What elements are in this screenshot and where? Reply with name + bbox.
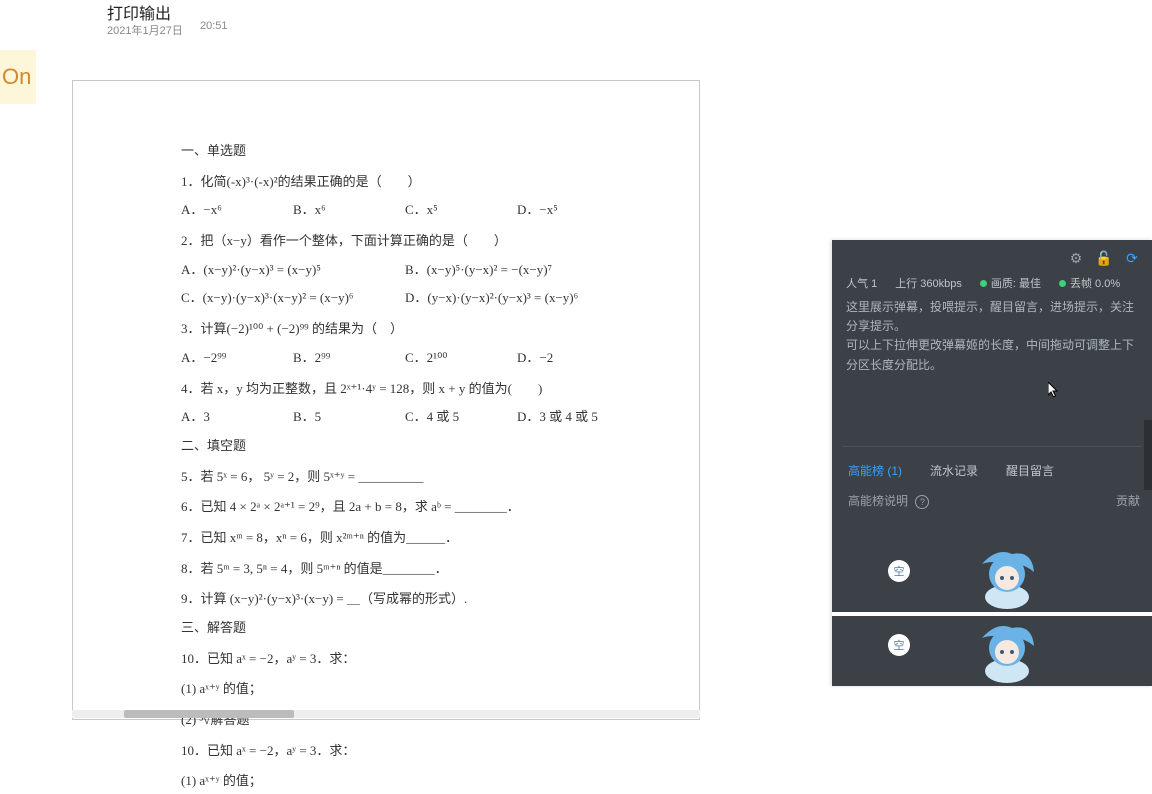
q4-opt-c: C．4 或 5	[405, 405, 517, 430]
q1-opt-a: A．−x⁶	[181, 198, 293, 223]
q1-opt-b: B．x⁶	[293, 198, 405, 223]
question-11-part1: (1) aˣ⁺ʸ 的值；	[181, 769, 639, 794]
question-6: 6．已知 4 × 2ᵃ × 2ᵃ⁺¹ = 2⁹，且 2a + b = 8，求 a…	[181, 495, 639, 520]
q2-opt-b: B．(x−y)⁵·(y−x)² = −(x−y)⁷	[405, 258, 629, 283]
q4-opt-d: D．3 或 4 或 5	[517, 405, 629, 430]
q2-opt-c: C．(x−y)·(y−x)³·(x−y)² = (x−y)⁶	[181, 286, 405, 311]
q2-opt-d: D．(y−x)·(y−x)²·(y−x)³ = (x−y)⁶	[405, 286, 629, 311]
overlay-hint-line1: 这里展示弹幕，投喂提示，醒目留言，进场提示，关注分享提示。	[846, 298, 1142, 336]
scrollbar-thumb[interactable]	[124, 710, 294, 718]
question-3: 3．计算(−2)¹⁰⁰ + (−2)⁹⁹ 的结果为（ ）	[181, 317, 639, 342]
left-edge-tab: On	[0, 50, 36, 104]
help-icon[interactable]: ?	[915, 495, 929, 509]
q4-opt-a: A．3	[181, 405, 293, 430]
overlay-hint-line2: 可以上下拉伸更改弹幕姬的长度，中间拖动可调整上下分区长度分配比。	[846, 336, 1142, 374]
overlay-scrollbar[interactable]	[1144, 420, 1152, 490]
question-8: 8．若 5ᵐ = 3, 5ⁿ = 4，则 5ᵐ⁺ⁿ 的值是________．	[181, 557, 639, 582]
question-1: 1．化简(-x)³·(-x)²的结果正确的是（ ）	[181, 170, 639, 195]
page-time: 20:51	[200, 20, 228, 32]
page-title: 打印输出	[107, 0, 171, 24]
stat-drop: 丢帧 0.0%	[1070, 278, 1120, 290]
tab-high-energy[interactable]: 高能榜 (1)	[848, 462, 902, 479]
question-10: 10．已知 aˣ = −2，aʸ = 3．求：	[181, 647, 639, 672]
horizontal-scrollbar[interactable]	[72, 710, 700, 718]
q1-opt-d: D．−x⁵	[517, 198, 629, 223]
section-heading-1: 一、单选题	[181, 139, 639, 164]
overlay-sub-label: 高能榜说明	[848, 494, 908, 508]
q3-opt-a: A．−2⁹⁹	[181, 346, 293, 371]
question-5: 5．若 5ˣ = 6， 5ʸ = 2，则 5ˣ⁺ʸ = __________	[181, 465, 639, 490]
stat-uplink-label: 上行	[895, 278, 917, 290]
question-11: 10．已知 aˣ = −2，aʸ = 3．求：	[181, 739, 639, 764]
refresh-icon[interactable]: ⟳	[1124, 250, 1140, 266]
q3-opt-b: B．2⁹⁹	[293, 346, 405, 371]
question-10-part1: (1) aˣ⁺ʸ 的值；	[181, 677, 639, 702]
document-page: 一、单选题 1．化简(-x)³·(-x)²的结果正确的是（ ） A．−x⁶ B．…	[72, 80, 700, 720]
question-7: 7．已知 xᵐ = 8，xⁿ = 6，则 x²ᵐ⁺ⁿ 的值为______．	[181, 526, 639, 551]
tab-flow-log[interactable]: 流水记录	[930, 462, 978, 479]
stream-overlay-panel: ⚙ 🔓 ⟳ 人气 1 上行 360kbps 画质: 最佳 丢帧 0.0% 这里展…	[832, 240, 1152, 686]
speech-bubble: 空	[888, 560, 910, 582]
overlay-tabs: 高能榜 (1) 流水记录 醒目留言	[848, 462, 1054, 479]
stat-quality: 画质: 最佳	[991, 278, 1041, 290]
question-2: 2．把（x−y）看作一个整体，下面计算正确的是（ ）	[181, 229, 639, 254]
page-date: 2021年1月27日	[107, 22, 183, 38]
q3-opt-c: C．2¹⁰⁰	[405, 346, 517, 371]
overlay-divider[interactable]	[842, 446, 1142, 447]
q4-opt-b: B．5	[293, 405, 405, 430]
section-heading-3: 三、解答题	[181, 616, 639, 641]
stat-popularity-value: 1	[871, 278, 877, 290]
stream-stats-row: 人气 1 上行 360kbps 画质: 最佳 丢帧 0.0%	[846, 274, 1142, 292]
lock-icon[interactable]: 🔓	[1096, 250, 1112, 266]
q2-opt-a: A．(x−y)²·(y−x)³ = (x−y)⁵	[181, 258, 405, 283]
tab-superchat[interactable]: 醒目留言	[1006, 462, 1054, 479]
cursor-icon	[1048, 382, 1060, 398]
mascot-lower: 空	[912, 606, 1052, 686]
stat-uplink-value: 360kbps	[920, 278, 962, 290]
overlay-sub-right: 贡献	[1116, 492, 1140, 509]
gear-icon[interactable]: ⚙	[1068, 250, 1084, 266]
q3-opt-d: D．−2	[517, 346, 629, 371]
section-heading-2: 二、填空题	[181, 434, 639, 459]
question-9: 9．计算 (x−y)²·(y−x)³·(x−y) = ＿（写成幂的形式）.	[181, 587, 639, 612]
q1-opt-c: C．x⁵	[405, 198, 517, 223]
question-4: 4．若 x，y 均为正整数，且 2ˣ⁺¹·4ʸ = 128，则 x + y 的值…	[181, 377, 639, 402]
speech-bubble: 空	[888, 634, 910, 656]
stat-popularity-label: 人气	[846, 278, 868, 290]
mascot-upper: 空	[912, 532, 1052, 612]
